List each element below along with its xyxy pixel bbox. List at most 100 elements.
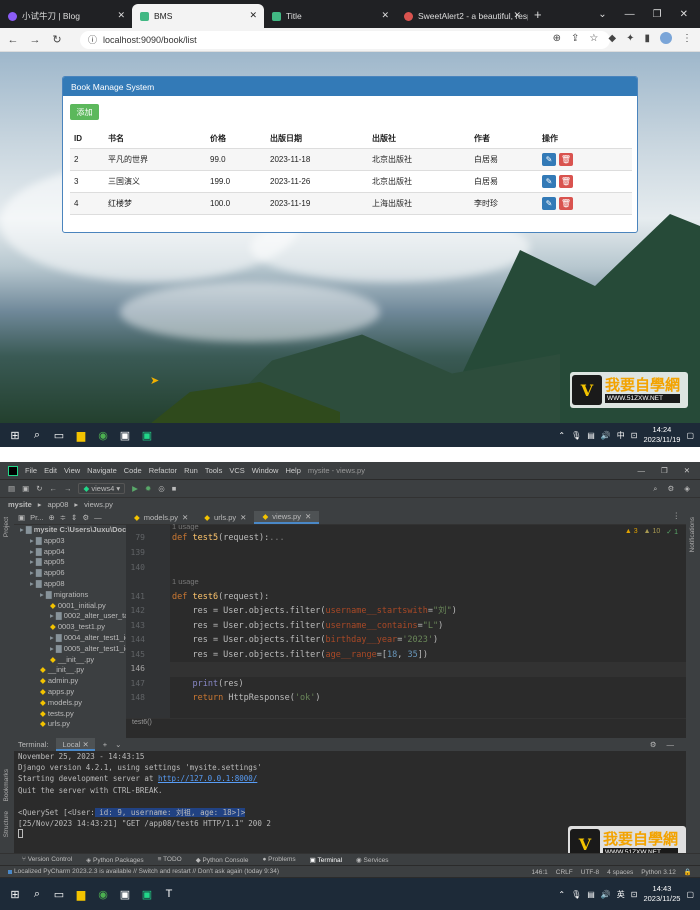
close-window-button[interactable]: ✕ — [684, 466, 690, 475]
close-icon[interactable]: ✕ — [117, 10, 125, 21]
hide-icon[interactable]: — — [667, 740, 675, 749]
code-editor[interactable]: 1 usage def test5(request):... 1 usage d… — [170, 522, 686, 718]
network-icon[interactable]: ▤ — [587, 431, 595, 440]
star-icon[interactable]: ☆ — [589, 33, 598, 44]
coverage-icon[interactable]: ◎ — [158, 484, 165, 493]
network-icon[interactable]: ▤ — [587, 890, 595, 899]
terminal-tab-local[interactable]: Local ✕ — [56, 738, 95, 751]
tool-version-control[interactable]: ⑂ Version Control — [22, 856, 72, 863]
input-lang-badge[interactable]: 英 — [617, 889, 625, 900]
search-icon[interactable]: ⌕ — [26, 882, 48, 906]
menu-file[interactable]: File — [25, 466, 37, 475]
edit-icon[interactable]: ✎ — [542, 152, 556, 166]
menu-code[interactable]: Code — [124, 466, 142, 475]
menu-vcs[interactable]: VCS — [229, 466, 244, 475]
tab-blog[interactable]: 小试牛刀 | Blog ✕ — [0, 4, 132, 28]
chrome-icon[interactable]: ◉ — [92, 423, 114, 447]
chrome-icon[interactable]: ◉ — [92, 882, 114, 906]
tool-python-console[interactable]: ◆ Python Console — [196, 856, 249, 864]
taskbar-clock[interactable]: 14:43 2023/11/25 — [643, 884, 680, 904]
pycharm-icon[interactable]: ▣ — [136, 882, 158, 906]
chevron-up-icon[interactable]: ⌃ — [558, 890, 565, 899]
target-icon[interactable]: ⊕ — [48, 513, 54, 522]
zoom-icon[interactable]: ⊕ — [553, 33, 561, 44]
task-view-icon[interactable]: ▭ — [48, 882, 70, 906]
tree-item[interactable]: ◆ tests.py — [14, 709, 126, 720]
structure-tool-button[interactable]: Structure — [3, 811, 10, 837]
close-icon[interactable]: ✕ — [240, 513, 246, 522]
search-icon[interactable]: ⌕ — [653, 484, 657, 494]
tabs-menu-icon[interactable]: ⋮ — [673, 511, 687, 524]
windows-start-icon[interactable]: ⊞ — [4, 423, 26, 447]
gear-icon[interactable]: ⚙ — [82, 513, 89, 522]
notification-icon[interactable]: ▢ — [686, 431, 694, 440]
pycharm-icon[interactable]: ▣ — [136, 423, 158, 447]
search-icon[interactable]: ⌕ — [26, 423, 48, 447]
tab-search-button[interactable]: ⌄ — [598, 9, 606, 20]
speaker-icon[interactable]: 🔊 — [601, 890, 611, 899]
input-lang-badge[interactable]: 中 — [617, 430, 625, 441]
tree-item[interactable]: ▸ ▇ app04 — [14, 547, 126, 558]
ime-icon[interactable]: ⊡ — [631, 890, 638, 899]
new-tab-button[interactable]: + — [534, 7, 542, 22]
tree-item[interactable]: ▸ ▇ mysite C:\Users\Juxu\Doc — [14, 525, 126, 536]
caret-position[interactable]: 146:1 — [531, 869, 547, 876]
tree-item[interactable]: ▸ ▇ migrations — [14, 590, 126, 601]
notification-icon[interactable]: ▢ — [686, 890, 694, 899]
menu-navigate[interactable]: Navigate — [87, 466, 117, 475]
python-interpreter[interactable]: Python 3.12 — [641, 869, 676, 876]
plugin-icon[interactable]: ◈ — [684, 484, 690, 494]
url-input[interactable]: ⓘ localhost:9090/book/list — [80, 30, 610, 49]
restore-button[interactable]: ❐ — [661, 466, 668, 475]
avatar[interactable] — [660, 32, 672, 44]
tool-todo[interactable]: ≡ TODO — [158, 856, 182, 863]
ime-icon[interactable]: ⊡ — [631, 431, 638, 440]
tree-item[interactable]: ◆ __init__.py — [14, 655, 126, 666]
taskbar-clock[interactable]: 14:24 2023/11/19 — [643, 425, 680, 445]
save-icon[interactable]: ▣ — [22, 484, 29, 493]
menu-tools[interactable]: Tools — [205, 466, 223, 475]
restore-button[interactable]: ❐ — [653, 9, 662, 20]
indent-setting[interactable]: 4 spaces — [607, 869, 633, 876]
trash-icon[interactable]: 🗑 — [559, 174, 573, 188]
close-icon[interactable]: ✕ — [249, 10, 257, 21]
menu-refactor[interactable]: Refactor — [149, 466, 177, 475]
status-message[interactable]: Localized PyCharm 2023.2.3 is available … — [14, 868, 279, 875]
chevron-up-icon[interactable]: ⌃ — [558, 431, 565, 440]
bookmarks-tool-button[interactable]: Bookmarks — [3, 769, 10, 802]
folder-icon[interactable]: ▆ — [70, 423, 92, 447]
menu-window[interactable]: Window — [252, 466, 279, 475]
tree-item[interactable]: ▸ ▇ 0004_alter_test1_ic — [14, 633, 126, 644]
tab-title[interactable]: Title ✕ — [264, 4, 396, 28]
extension-icon[interactable]: ◆ — [608, 33, 616, 44]
forward-arrow-icon[interactable]: → — [64, 484, 72, 493]
run-icon[interactable]: ▶ — [132, 484, 138, 493]
back-arrow-icon[interactable]: ← — [4, 34, 22, 46]
open-folder-icon[interactable]: ▤ — [8, 484, 15, 493]
forward-arrow-icon[interactable]: → — [26, 34, 44, 46]
trash-icon[interactable]: 🗑 — [559, 152, 573, 166]
hide-icon[interactable]: — — [94, 513, 102, 522]
tab-bms[interactable]: BMS ✕ — [132, 4, 264, 28]
puzzle-icon[interactable]: ✦ — [626, 33, 634, 44]
tree-item[interactable]: ▸ ▇ app05 — [14, 557, 126, 568]
reload-icon[interactable]: ↻ — [48, 33, 66, 46]
code-breadcrumb[interactable]: test6() — [126, 718, 686, 730]
tree-item[interactable]: ◆ admin.py — [14, 676, 126, 687]
menu-edit[interactable]: Edit — [44, 466, 57, 475]
sidepanel-icon[interactable]: ▮ — [644, 33, 650, 44]
task-view-icon[interactable]: ▭ — [48, 423, 70, 447]
tree-item[interactable]: ◆ 0001_initial.py — [14, 601, 126, 612]
usage-hint[interactable]: 1 usage — [172, 575, 199, 590]
close-icon[interactable]: ✕ — [381, 10, 389, 21]
inspection-widget[interactable]: ▲ 3 ▲ 10 ✓ 1 — [625, 528, 678, 536]
collapse-icon[interactable]: ≑ — [60, 513, 66, 522]
tree-item[interactable]: ◆ apps.py — [14, 687, 126, 698]
expand-icon[interactable]: ⇕ — [71, 513, 77, 522]
close-icon[interactable]: ✕ — [305, 512, 311, 521]
sync-icon[interactable]: ↻ — [36, 484, 42, 493]
info-icon[interactable]: ⓘ — [88, 33, 97, 46]
tree-item[interactable]: ▸ ▇ app06 — [14, 568, 126, 579]
tool-services[interactable]: ◉ Services — [356, 856, 388, 864]
run-config-select[interactable]: ◆ views4 ▾ — [78, 483, 126, 494]
